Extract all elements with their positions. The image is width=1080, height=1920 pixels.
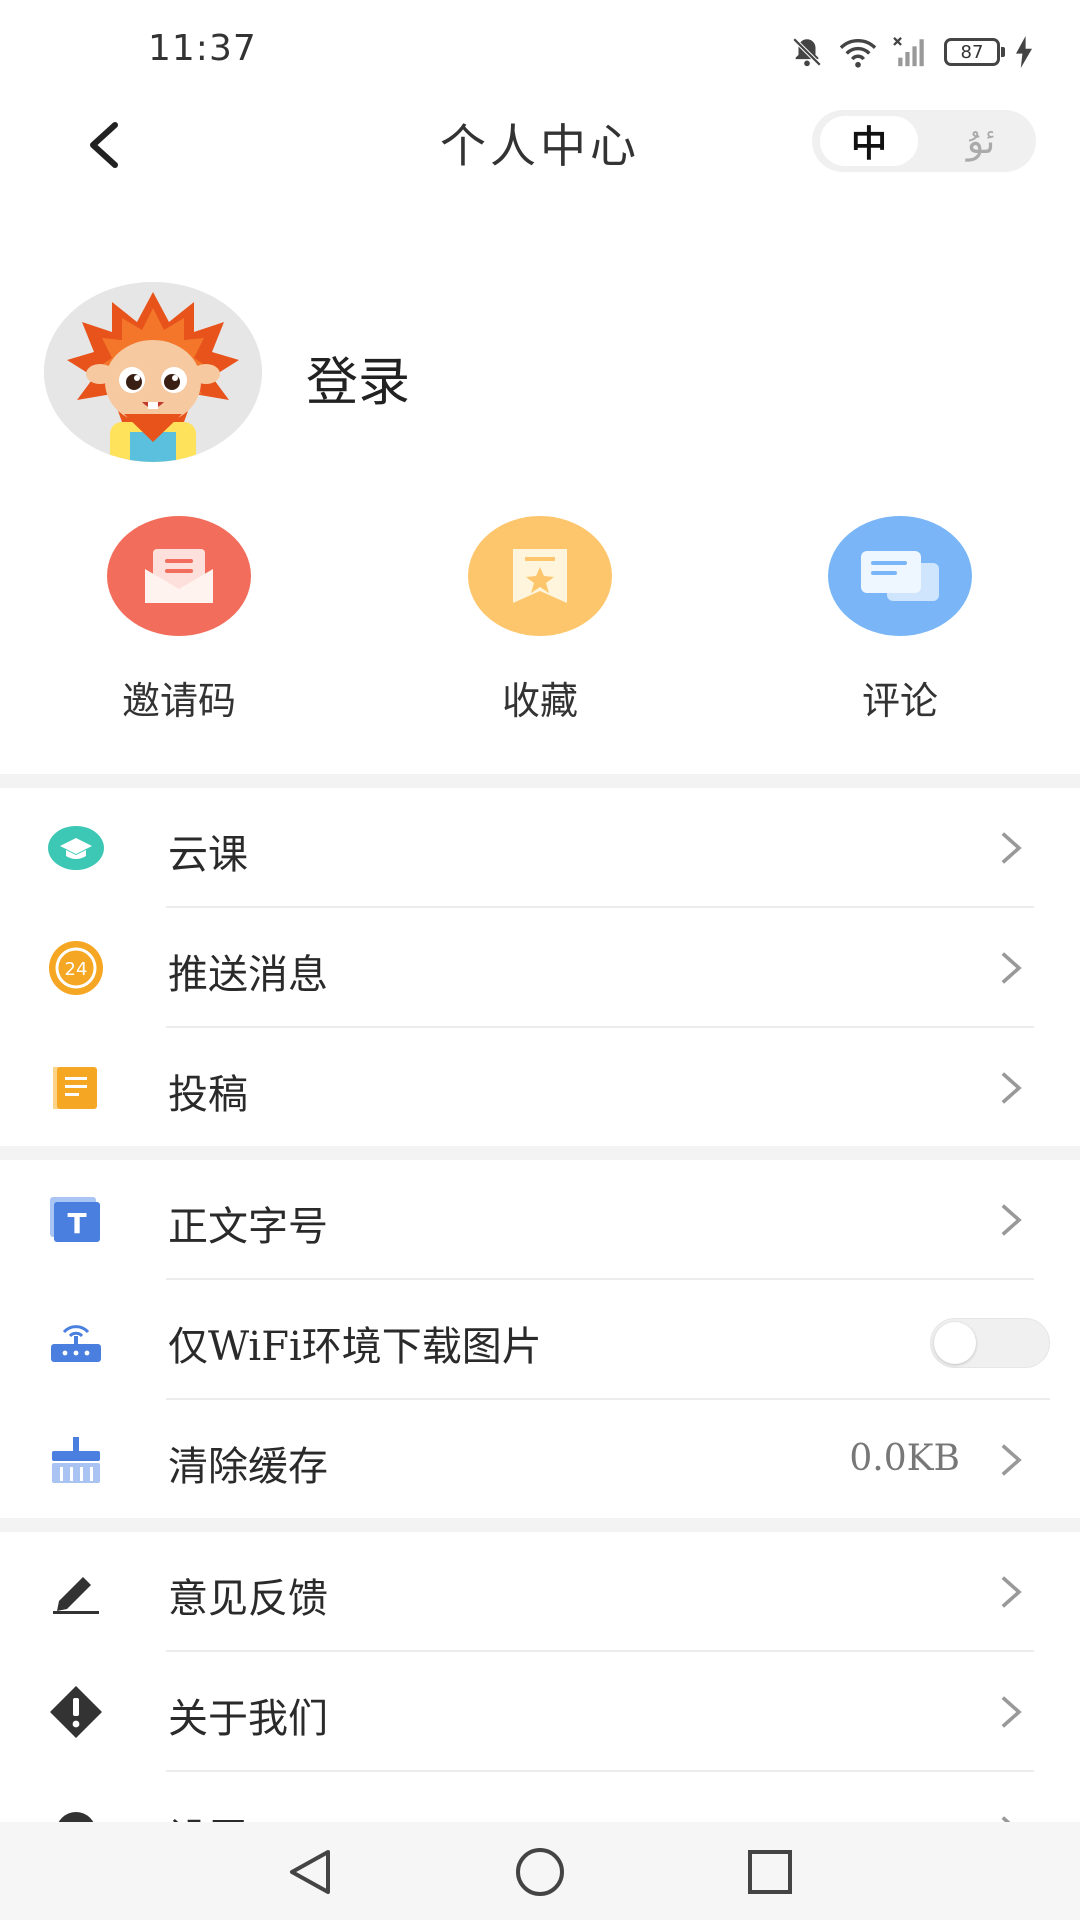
invite-code-icon-circle: [107, 516, 251, 636]
menu-item-clear-cache[interactable]: 清除缓存 0.0KB: [0, 1400, 1080, 1520]
chevron-right-icon: [1001, 1444, 1022, 1476]
battery-indicator: 87: [944, 38, 1005, 66]
broom-icon: [46, 1430, 106, 1490]
menu-item-cloud-course[interactable]: 云课: [0, 788, 1080, 908]
status-icons: 87: [790, 28, 1034, 76]
menu-item-feedback[interactable]: 意见反馈: [0, 1532, 1080, 1652]
menu-item-submit-article[interactable]: 投稿: [0, 1028, 1080, 1148]
charging-bolt-icon: [1016, 36, 1032, 68]
invite-code-button[interactable]: 邀请码: [104, 516, 254, 725]
status-time: 11:37: [148, 28, 257, 69]
chevron-right-icon: [1001, 952, 1022, 984]
menu-item-label: 意见反馈: [168, 1576, 328, 1622]
svg-text:24: 24: [65, 959, 88, 980]
invite-code-label: 邀请码: [121, 679, 236, 723]
section-divider: [0, 1146, 1080, 1160]
chevron-right-icon: [1001, 832, 1022, 864]
language-toggle[interactable]: 中 ئۇ: [812, 110, 1036, 172]
menu-item-label: 正文字号: [168, 1204, 328, 1250]
menu-item-push-messages[interactable]: 24 推送消息: [0, 908, 1080, 1028]
triangle-back-icon: [290, 1850, 330, 1894]
chevron-right-icon: [1001, 1696, 1022, 1728]
warning-diamond-icon: [46, 1682, 106, 1742]
system-nav-bar: [0, 1822, 1080, 1920]
svg-text:T: T: [67, 1207, 86, 1240]
chat-bubbles-icon: [861, 551, 939, 601]
notebook-icon: [46, 1058, 106, 1118]
avatar[interactable]: [44, 282, 262, 462]
favorites-button[interactable]: 收藏: [465, 516, 615, 725]
lang-option-chinese[interactable]: 中: [820, 116, 918, 166]
signal-icon: [893, 37, 924, 67]
menu-item-label: 推送消息: [168, 952, 328, 998]
pencil-icon: [46, 1562, 106, 1622]
chevron-right-icon: [1001, 1204, 1022, 1236]
bookmark-star-icon: [513, 549, 567, 603]
top-header: 个人中心 中 ئۇ: [0, 100, 1080, 180]
nav-home-button[interactable]: [505, 1840, 575, 1904]
favorites-icon-circle: [468, 516, 612, 636]
menu-item-label: 云课: [168, 832, 248, 878]
nav-recents-button[interactable]: [735, 1840, 805, 1904]
chevron-right-icon: [1001, 1576, 1022, 1608]
menu-item-label: 仅WiFi环境下载图片: [168, 1324, 542, 1370]
wifi-icon: [839, 39, 877, 68]
menu-item-label: 清除缓存: [168, 1444, 328, 1490]
comments-button[interactable]: 评论: [825, 516, 975, 725]
toggle-knob: [934, 1322, 976, 1364]
graduation-cap-icon: [46, 818, 106, 878]
mascot-avatar-image: [44, 282, 262, 462]
router-icon: [46, 1310, 106, 1370]
section-divider: [0, 1518, 1080, 1532]
text-size-icon: T: [46, 1190, 106, 1250]
mute-bell-icon: [792, 37, 822, 67]
menu-item-label: 关于我们: [168, 1696, 328, 1742]
clock-24-icon: 24: [46, 938, 106, 998]
comments-label: 评论: [861, 679, 938, 723]
envelope-icon: [145, 549, 213, 603]
square-recents-icon: [748, 1850, 792, 1894]
favorites-label: 收藏: [501, 679, 578, 723]
cache-size-value: 0.0KB: [849, 1438, 960, 1479]
nav-back-button[interactable]: [275, 1840, 345, 1904]
comments-icon-circle: [828, 516, 972, 636]
circle-home-icon: [516, 1848, 564, 1896]
menu-item-label: 投稿: [168, 1072, 248, 1118]
login-button[interactable]: 登录: [306, 340, 410, 415]
wifi-only-toggle[interactable]: [930, 1318, 1050, 1368]
chevron-right-icon: [1001, 1072, 1022, 1104]
status-bar: 11:37 87: [0, 0, 1080, 100]
section-divider: [0, 774, 1080, 788]
menu-item-about-us[interactable]: 关于我们: [0, 1652, 1080, 1772]
menu-item-wifi-only-images: 仅WiFi环境下载图片: [0, 1280, 1080, 1400]
lang-option-uyghur[interactable]: ئۇ: [932, 116, 1030, 166]
menu-item-font-size[interactable]: T 正文字号: [0, 1160, 1080, 1280]
